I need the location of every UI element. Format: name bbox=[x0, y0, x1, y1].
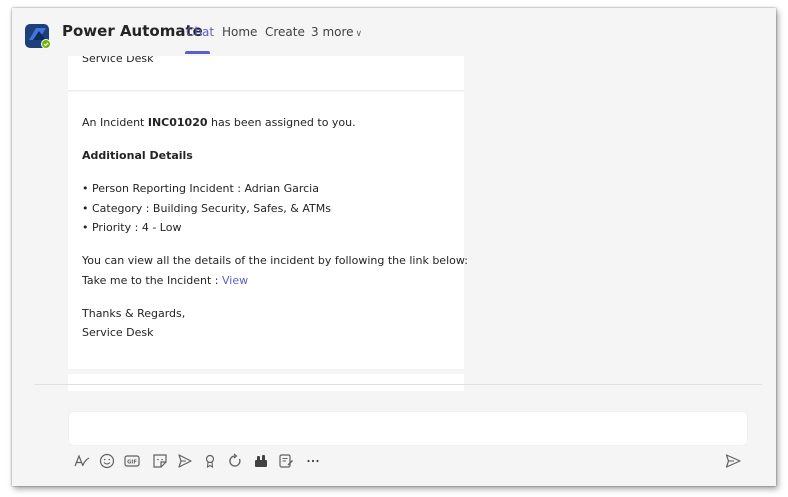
app-header: Power Automate Chat Home Create 3 more ∨ bbox=[12, 8, 776, 56]
loop-icon[interactable] bbox=[226, 452, 244, 470]
previous-signature: Service Desk bbox=[82, 56, 154, 65]
chevron-down-icon: ∨ bbox=[355, 29, 363, 39]
apps-icon[interactable] bbox=[252, 452, 270, 470]
updates-icon[interactable] bbox=[277, 452, 295, 470]
incident-message-card: An Incident INC01020 has been assigned t… bbox=[68, 92, 468, 369]
gif-icon[interactable]: GIF bbox=[123, 452, 141, 470]
incident-id: INC01020 bbox=[147, 116, 208, 129]
detail-person-reporting: • Person Reporting Incident : Adrian Gar… bbox=[82, 182, 319, 195]
send-icon[interactable] bbox=[724, 452, 742, 470]
tab-more[interactable]: 3 more ∨ bbox=[311, 25, 362, 39]
emoji-icon[interactable] bbox=[98, 452, 116, 470]
previous-message-card: Service Desk bbox=[68, 56, 464, 91]
schedule-send-icon[interactable] bbox=[176, 452, 194, 470]
details-heading: Additional Details bbox=[82, 149, 193, 162]
praise-icon[interactable] bbox=[201, 452, 219, 470]
tab-more-label: 3 more bbox=[311, 25, 354, 39]
format-icon[interactable] bbox=[73, 452, 91, 470]
closing-text: Thanks & Regards, bbox=[82, 307, 186, 320]
detail-category: • Category : Building Security, Safes, &… bbox=[82, 202, 331, 215]
compose-divider bbox=[34, 384, 762, 385]
detail-priority: • Priority : 4 - Low bbox=[82, 221, 182, 234]
app-title: Power Automate bbox=[62, 22, 203, 40]
tab-chat[interactable]: Chat bbox=[186, 25, 214, 39]
active-tab-indicator bbox=[185, 51, 210, 54]
signature-text: Service Desk bbox=[82, 326, 154, 339]
power-automate-logo-icon bbox=[24, 22, 52, 50]
view-details-text: You can view all the details of the inci… bbox=[82, 254, 468, 267]
incident-link-line: Take me to the Incident : View bbox=[82, 274, 249, 287]
tab-create[interactable]: Create bbox=[265, 25, 305, 39]
view-link[interactable]: View bbox=[222, 274, 248, 287]
incident-intro: An Incident INC01020 has been assigned t… bbox=[82, 116, 356, 129]
next-message-card bbox=[68, 374, 464, 391]
tab-create-label: Create bbox=[265, 25, 305, 39]
message-compose-box[interactable] bbox=[69, 412, 747, 445]
tab-home[interactable]: Home bbox=[222, 25, 257, 39]
more-icon[interactable] bbox=[304, 452, 322, 470]
chat-pane: Service Desk An Incident INC01020 has be… bbox=[12, 56, 776, 391]
svg-text:GIF: GIF bbox=[127, 460, 137, 466]
sticker-icon[interactable] bbox=[151, 452, 169, 470]
teams-window: Power Automate Chat Home Create 3 more ∨ … bbox=[12, 8, 776, 486]
